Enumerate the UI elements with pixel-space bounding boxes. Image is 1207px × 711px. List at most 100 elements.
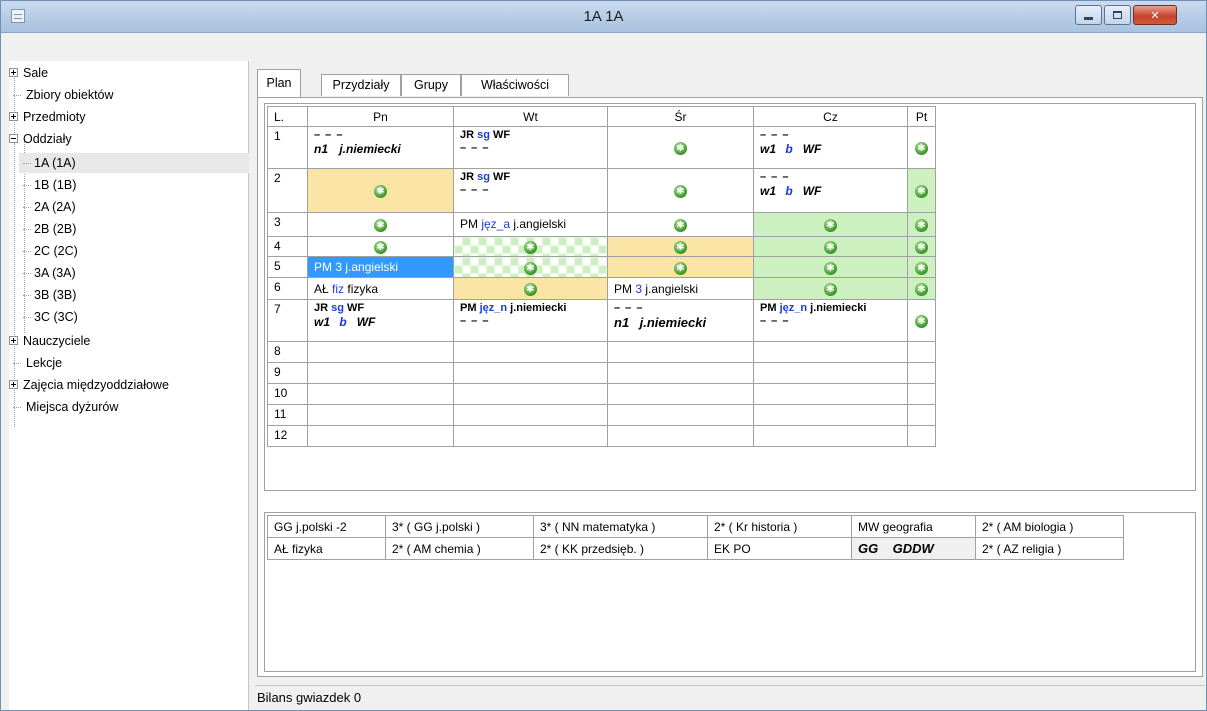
cell-sr-6[interactable]: PM 3 j.angielski — [607, 277, 754, 300]
cell-empty[interactable] — [907, 425, 936, 447]
cell-cz-7[interactable]: PM jęz_n j.niemiecki – – – — [753, 299, 908, 342]
tab-plan[interactable]: Plan — [257, 69, 301, 98]
tree-item-3b[interactable]: 3B (3B) — [19, 285, 76, 305]
cell-pn-5[interactable]: PM 3 j.angielski — [307, 256, 454, 278]
cell-empty[interactable] — [753, 341, 908, 363]
header-sr[interactable]: Śr — [607, 106, 754, 127]
cell-wt-2[interactable]: JR sg WF – – – — [453, 168, 608, 213]
list-item[interactable]: 2* ( Kr historia ) — [707, 515, 852, 538]
cell-empty[interactable] — [607, 425, 754, 447]
cell-empty[interactable] — [907, 341, 936, 363]
expand-plus-icon[interactable] — [9, 112, 18, 122]
list-item[interactable]: GG j.polski -2 — [267, 515, 386, 538]
tree-item-przedmioty[interactable]: Przedmioty — [9, 107, 86, 127]
list-item[interactable]: 2* ( AM chemia ) — [385, 537, 534, 560]
cell-pt-1[interactable]: ✱ — [907, 126, 936, 169]
header-pt[interactable]: Pt — [907, 106, 936, 127]
cell-pt-3[interactable]: ✱ — [907, 212, 936, 237]
cell-wt-5[interactable]: ✱ — [453, 256, 608, 278]
object-tree[interactable]: Sale Zbiory obiektów Przedmioty Oddziały… — [9, 61, 249, 710]
collapse-minus-icon[interactable] — [9, 134, 18, 144]
tree-item-1b[interactable]: 1B (1B) — [19, 175, 76, 195]
cell-empty[interactable] — [307, 383, 454, 405]
tree-item-nauczyciele[interactable]: Nauczyciele — [9, 331, 90, 351]
cell-pn-4[interactable]: ✱ — [307, 236, 454, 257]
cell-sr-1[interactable]: ✱ — [607, 126, 754, 169]
cell-wt-7[interactable]: PM jęz_n j.niemiecki – – – — [453, 299, 608, 342]
cell-empty[interactable] — [307, 404, 454, 426]
tab-wlasciwosci[interactable]: Właściwości — [461, 74, 569, 96]
list-item[interactable]: 2* ( AZ religia ) — [975, 537, 1124, 560]
tab-przydzialy[interactable]: Przydziały — [321, 74, 401, 96]
cell-empty[interactable] — [753, 425, 908, 447]
cell-empty[interactable] — [307, 362, 454, 384]
tree-item-3c[interactable]: 3C (3C) — [19, 307, 78, 327]
cell-cz-3[interactable]: ✱ — [753, 212, 908, 237]
cell-wt-1[interactable]: JR sg WF – – – — [453, 126, 608, 169]
cell-empty[interactable] — [453, 341, 608, 363]
minimize-button[interactable] — [1075, 5, 1102, 25]
list-item[interactable]: GG GDDW — [851, 537, 976, 560]
list-item[interactable]: MW geografia — [851, 515, 976, 538]
cell-empty[interactable] — [607, 362, 754, 384]
cell-empty[interactable] — [753, 404, 908, 426]
expand-plus-icon[interactable] — [9, 336, 18, 346]
expand-plus-icon[interactable] — [9, 380, 18, 390]
cell-cz-2[interactable]: – – – w1 b WF — [753, 168, 908, 213]
list-item[interactable]: 2* ( KK przedsięb. ) — [533, 537, 708, 560]
cell-pt-4[interactable]: ✱ — [907, 236, 936, 257]
cell-empty[interactable] — [307, 341, 454, 363]
cell-sr-7[interactable]: – – – n1 j.niemiecki — [607, 299, 754, 342]
cell-empty[interactable] — [453, 425, 608, 447]
list-item[interactable]: 2* ( AM biologia ) — [975, 515, 1124, 538]
cell-empty[interactable] — [307, 425, 454, 447]
cell-pt-6[interactable]: ✱ — [907, 277, 936, 300]
cell-empty[interactable] — [907, 362, 936, 384]
cell-sr-5[interactable]: ✱ — [607, 256, 754, 278]
cell-empty[interactable] — [907, 383, 936, 405]
tree-item-2b[interactable]: 2B (2B) — [19, 219, 76, 239]
tree-item-3a[interactable]: 3A (3A) — [19, 263, 76, 283]
close-button[interactable]: ✕ — [1133, 5, 1177, 25]
cell-pt-2[interactable]: ✱ — [907, 168, 936, 213]
tree-item-zbiory[interactable]: Zbiory obiektów — [9, 85, 114, 105]
cell-pn-2[interactable]: ✱ — [307, 168, 454, 213]
cell-cz-1[interactable]: – – – w1 b WF — [753, 126, 908, 169]
cell-pn-7[interactable]: JR sg WF w1 b WF — [307, 299, 454, 342]
tree-item-zajecia[interactable]: Zajęcia międzyoddziałowe — [9, 375, 169, 395]
tree-item-2c[interactable]: 2C (2C) — [19, 241, 78, 261]
cell-sr-4[interactable]: ✱ — [607, 236, 754, 257]
cell-empty[interactable] — [607, 383, 754, 405]
cell-wt-3[interactable]: PM jęz_a j.angielski — [453, 212, 608, 237]
header-cz[interactable]: Cz — [753, 106, 908, 127]
tree-item-1a[interactable]: 1A (1A) — [19, 153, 249, 173]
cell-cz-6[interactable]: ✱ — [753, 277, 908, 300]
cell-empty[interactable] — [753, 362, 908, 384]
tree-item-oddzialy[interactable]: Oddziały — [9, 129, 72, 149]
cell-wt-6[interactable]: ✱ — [453, 277, 608, 300]
cell-empty[interactable] — [907, 404, 936, 426]
tree-item-miejsca[interactable]: Miejsca dyżurów — [9, 397, 118, 417]
cell-empty[interactable] — [607, 341, 754, 363]
header-wt[interactable]: Wt — [453, 106, 608, 127]
cell-pt-7[interactable]: ✱ — [907, 299, 936, 342]
list-item[interactable]: 3* ( GG j.polski ) — [385, 515, 534, 538]
tree-item-lekcje[interactable]: Lekcje — [9, 353, 62, 373]
cell-empty[interactable] — [753, 383, 908, 405]
list-item[interactable]: AŁ fizyka — [267, 537, 386, 560]
cell-pt-5[interactable]: ✱ — [907, 256, 936, 278]
cell-cz-5[interactable]: ✱ — [753, 256, 908, 278]
title-bar[interactable]: 1A 1A ✕ — [1, 1, 1206, 33]
cell-sr-2[interactable]: ✱ — [607, 168, 754, 213]
cell-cz-4[interactable]: ✱ — [753, 236, 908, 257]
cell-empty[interactable] — [453, 362, 608, 384]
cell-wt-4[interactable]: ✱ — [453, 236, 608, 257]
tree-item-sale[interactable]: Sale — [9, 63, 48, 83]
list-item[interactable]: 3* ( NN matematyka ) — [533, 515, 708, 538]
cell-empty[interactable] — [607, 404, 754, 426]
maximize-button[interactable] — [1104, 5, 1131, 25]
cell-sr-3[interactable]: ✱ — [607, 212, 754, 237]
expand-plus-icon[interactable] — [9, 68, 18, 78]
tab-grupy[interactable]: Grupy — [401, 74, 461, 96]
cell-empty[interactable] — [453, 404, 608, 426]
